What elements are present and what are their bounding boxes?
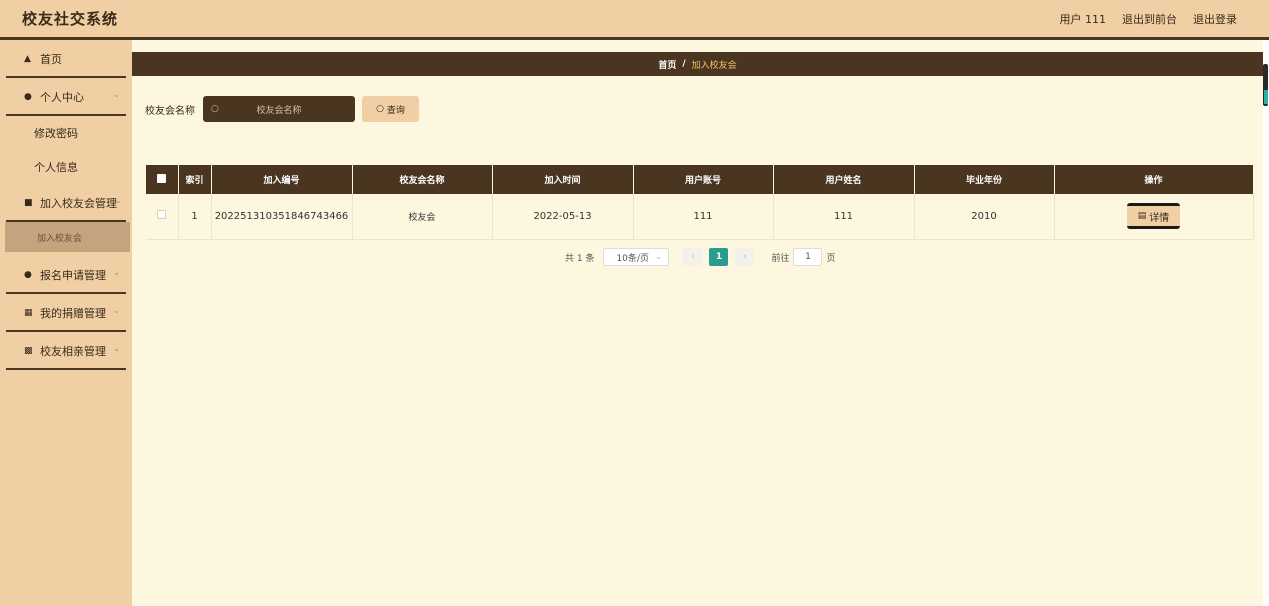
cell-actions: ▤ 详情 [1054, 194, 1254, 240]
home-icon: ▲ [24, 54, 31, 64]
app-title: 校友社交系统 [22, 10, 119, 28]
cell-account: 111 [633, 194, 774, 240]
user-label: 用户 111 [1059, 12, 1107, 26]
chevron-down-icon: ⌄ [654, 252, 663, 262]
page-size-value: 10条/页 [616, 253, 649, 264]
breadcrumb-current: 加入校友会 [691, 60, 737, 71]
pagination-total: 共 1 条 [565, 253, 595, 264]
sidebar-item-home[interactable]: ▲ 首页 [0, 40, 132, 78]
sidebar-item-signup-management[interactable]: ● 报名申请管理 ⌄ [0, 256, 132, 294]
logout-link[interactable]: 退出登录 [1193, 11, 1237, 27]
column-header: 索引 [178, 165, 212, 194]
select-all-checkbox[interactable] [157, 173, 167, 183]
column-header: 用户姓名 [773, 165, 915, 194]
goto-unit: 页 [826, 253, 836, 264]
search-bar: 校友会名称 ○ 校友会名称 ○ 查询 [145, 96, 419, 122]
thumb-icon: ■ [24, 198, 33, 208]
chevron-down-icon: ⌄ [113, 90, 120, 99]
cell-club-name: 校友会 [352, 194, 493, 240]
row-select-cell[interactable] [146, 194, 179, 240]
cell-join-no: 20225131035184674346​6 [211, 194, 353, 240]
cell-name: 111 [773, 194, 915, 240]
sidebar-subitem-change-password[interactable]: 修改密码 [0, 116, 132, 150]
sidebar: ▲ 首页 ● 个人中心 ⌄ 修改密码 个人信息 ■ 加入校友会管理 ⌄ 加入校友… [0, 40, 132, 606]
apps-icon: ▩ [24, 346, 33, 356]
chevron-right-icon: › [743, 252, 747, 262]
column-header: 毕业年份 [914, 165, 1055, 194]
header-actions: 用户 111 退出到前台 退出登录 [1060, 11, 1238, 27]
user-icon: ● [24, 92, 32, 102]
page-number-button[interactable]: 1 [709, 248, 729, 266]
pin-icon: ● [24, 270, 32, 280]
document-icon: ▤ [1137, 211, 1147, 222]
column-header: 操作 [1054, 165, 1254, 194]
search-placeholder: 校友会名称 [256, 105, 302, 116]
sidebar-item-label: 报名申请管理 [40, 269, 106, 282]
sidebar-item-label: 校友相亲管理 [40, 345, 106, 358]
column-header: 加入时间 [492, 165, 634, 194]
goto-label: 前往 [771, 253, 790, 264]
app-header: 校友社交系统 用户 111 退出到前台 退出登录 [0, 0, 1269, 40]
breadcrumb-separator: / [682, 59, 686, 69]
next-page-button[interactable]: › [735, 248, 755, 266]
scrollbar-accent [1264, 90, 1268, 104]
search-button-label: 查询 [386, 105, 405, 116]
chevron-left-icon: ‹ [691, 252, 695, 262]
breadcrumb-home[interactable]: 首页 [658, 58, 676, 71]
goto-page-input[interactable]: 1 [793, 248, 823, 266]
breadcrumb: 首页 / 加入校友会 [132, 52, 1263, 76]
row-checkbox[interactable] [157, 210, 167, 220]
chevron-down-icon: ⌄ [113, 344, 120, 353]
table-row: 1 20225131035184674346​6 校友会 2022-05-13 … [146, 194, 1254, 240]
sidebar-subitem-personal-info[interactable]: 个人信息 [0, 150, 132, 184]
detail-button-label: 详情 [1149, 212, 1170, 224]
search-label: 校友会名称 [145, 105, 195, 117]
sidebar-item-dating-management[interactable]: ▩ 校友相亲管理 ⌄ [0, 332, 132, 370]
table-header-row: 索引 加入编号 校友会名称 加入时间 用户账号 用户姓名 毕业年份 操作 [146, 165, 1254, 194]
chevron-down-icon: ⌄ [113, 268, 120, 277]
sidebar-item-label: 首页 [40, 53, 62, 66]
sidebar-item-join-club-management[interactable]: ■ 加入校友会管理 ⌄ [0, 184, 132, 222]
column-header: 用户账号 [633, 165, 774, 194]
cell-index: 1 [178, 194, 212, 240]
search-icon: ○ [376, 104, 384, 114]
sidebar-item-label: 我的捐赠管理 [40, 307, 106, 320]
search-input[interactable]: ○ 校友会名称 [203, 96, 355, 122]
chevron-down-icon: ⌄ [115, 196, 122, 205]
sidebar-item-personal-center[interactable]: ● 个人中心 ⌄ [0, 78, 132, 116]
column-header: 校友会名称 [352, 165, 493, 194]
column-header: 加入编号 [211, 165, 353, 194]
chevron-down-icon: ⌄ [113, 306, 120, 315]
cell-grad-year: 2010 [914, 194, 1055, 240]
data-table: 索引 加入编号 校友会名称 加入时间 用户账号 用户姓名 毕业年份 操作 1 2… [146, 165, 1254, 240]
detail-button[interactable]: ▤ 详情 [1127, 203, 1180, 230]
pagination: 共 1 条 10条/页 ⌄ ‹ 1 › 前往 1 页 [565, 248, 835, 266]
search-button[interactable]: ○ 查询 [362, 96, 419, 122]
sidebar-subitem-join-club[interactable]: 加入校友会 [5, 222, 130, 252]
scrollbar-track [1263, 40, 1269, 606]
exit-to-front-link[interactable]: 退出到前台 [1122, 11, 1177, 27]
page-size-select[interactable]: 10条/页 ⌄ [603, 248, 670, 266]
sidebar-item-label: 加入校友会管理 [40, 197, 117, 210]
sidebar-item-donation-management[interactable]: ▦ 我的捐赠管理 ⌄ [0, 294, 132, 332]
prev-page-button[interactable]: ‹ [683, 248, 703, 266]
sidebar-item-label: 个人中心 [40, 91, 84, 104]
goto-page: 前往 1 页 [771, 248, 835, 266]
select-all-header[interactable] [146, 165, 179, 194]
grid-icon: ▦ [24, 308, 33, 318]
cell-join-time: 2022-05-13 [492, 194, 634, 240]
main-content: 首页 / 加入校友会 校友会名称 ○ 校友会名称 ○ 查询 索引 加入编号 校友… [132, 40, 1263, 606]
